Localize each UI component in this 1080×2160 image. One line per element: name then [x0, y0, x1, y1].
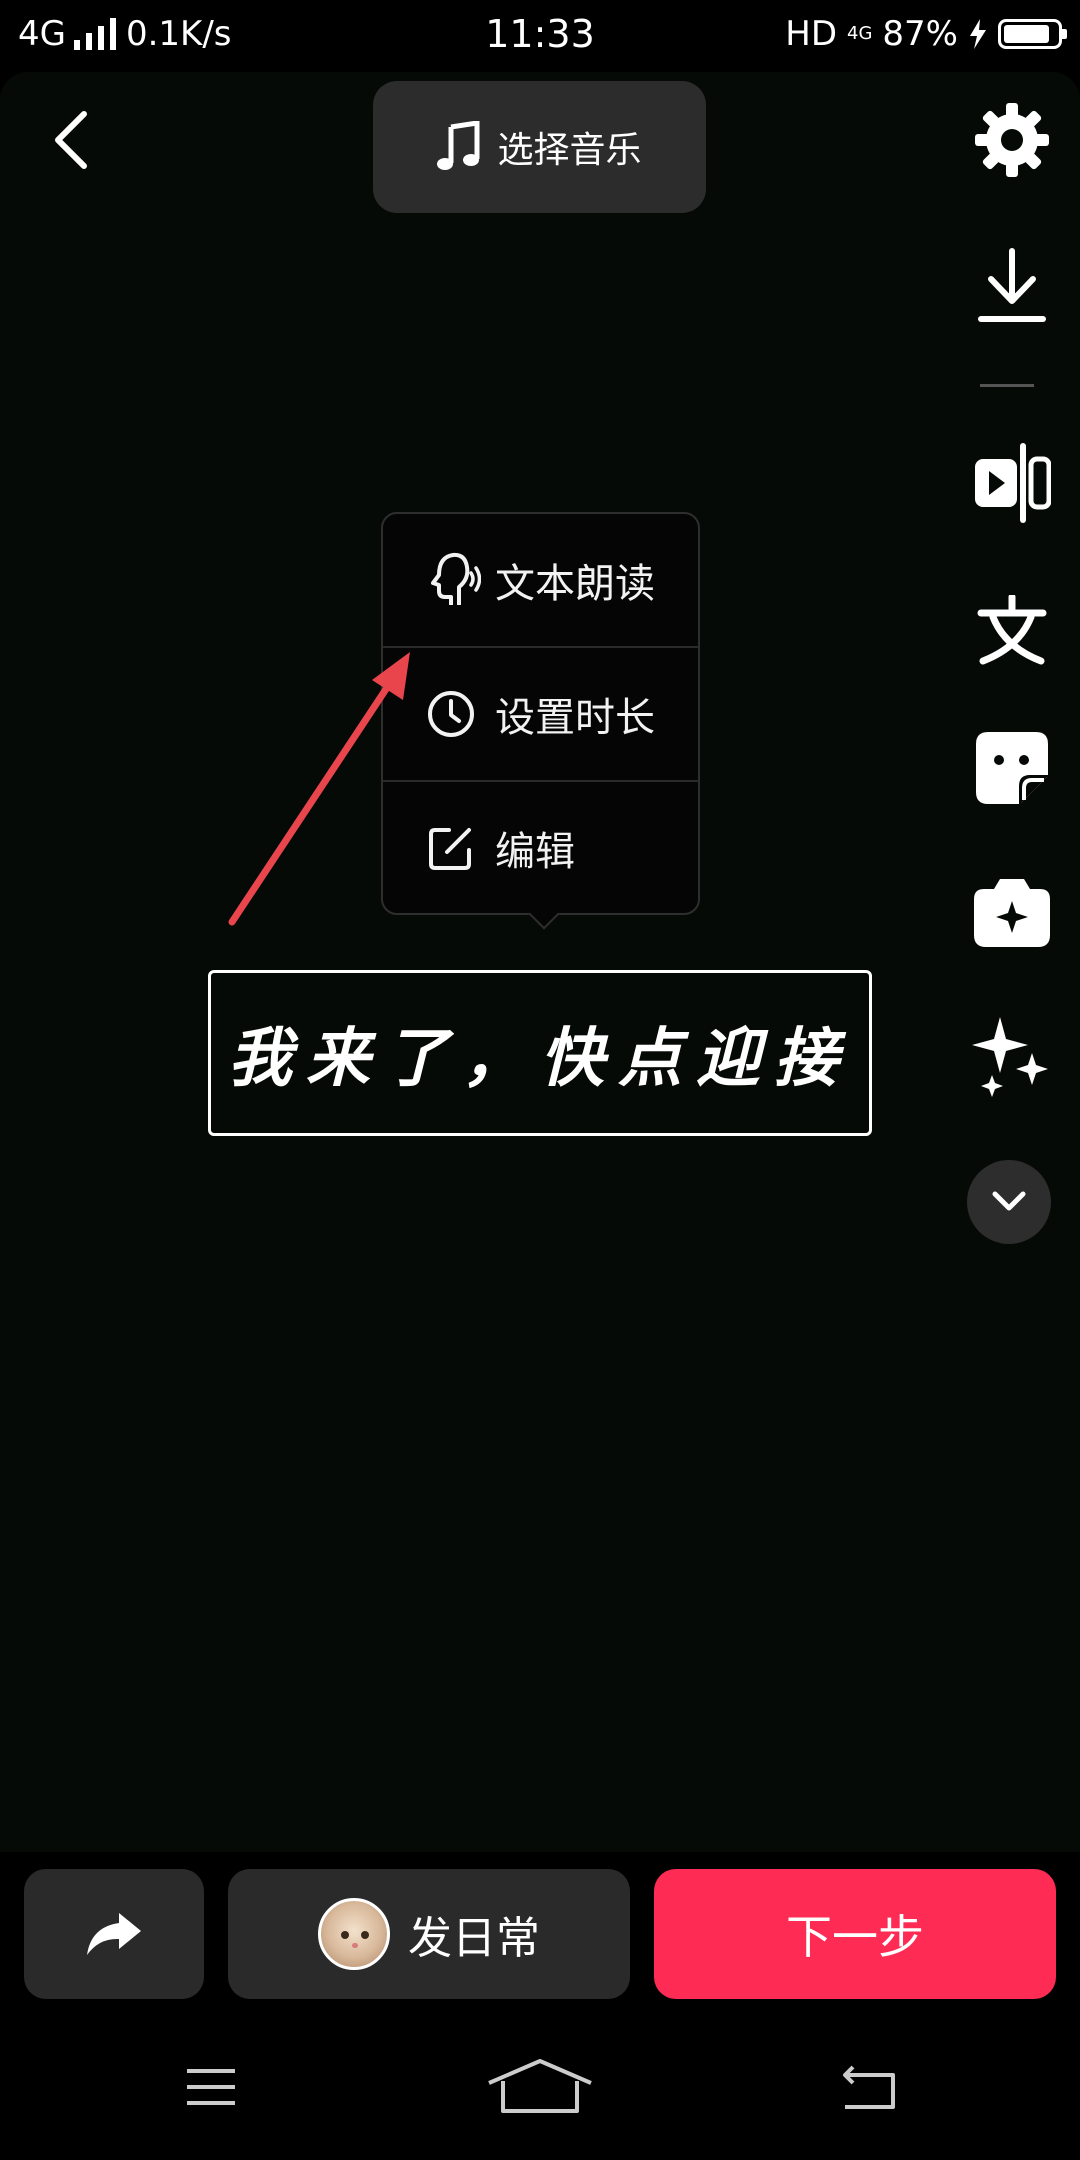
text-icon	[977, 595, 1047, 665]
menu-label-text-to-speech: 文本朗读	[495, 561, 655, 607]
status-bar: 4G 0.1K/s 11:33 HD 4G 87%	[0, 0, 1080, 72]
menu-item-set-duration[interactable]: 设置时长	[383, 648, 698, 780]
nav-home-button[interactable]	[480, 2042, 600, 2132]
effects-icon	[974, 879, 1050, 947]
effects-button[interactable]	[952, 858, 1072, 968]
select-music-button[interactable]: 选择音乐	[373, 81, 706, 213]
download-icon	[978, 248, 1046, 322]
avatar	[318, 1898, 390, 1970]
avatar-eye	[341, 1931, 349, 1939]
system-nav-bar	[0, 2012, 1080, 2160]
nav-back-button[interactable]	[809, 2042, 929, 2132]
chevron-down-icon	[992, 1191, 1026, 1211]
text-sticker[interactable]: 我来了，快点迎接	[208, 970, 872, 1136]
menu-item-edit[interactable]: 编辑	[383, 782, 698, 914]
share-button[interactable]	[24, 1869, 204, 1999]
post-daily-button[interactable]: 发日常	[228, 1869, 630, 1999]
split-clip-button[interactable]	[952, 428, 1072, 538]
sticker-icon	[976, 732, 1048, 804]
avatar-eye	[361, 1931, 369, 1939]
back-button[interactable]	[40, 100, 104, 180]
gear-icon	[975, 103, 1049, 177]
bottom-action-bar: 发日常 下一步	[0, 1852, 1080, 2012]
text-button[interactable]	[952, 575, 1072, 685]
battery-icon	[998, 19, 1067, 49]
next-step-label: 下一步	[786, 1910, 924, 1964]
share-arrow-icon	[87, 1913, 141, 1955]
avatar-nose	[352, 1943, 358, 1948]
net-4g-badge: 4G	[847, 23, 873, 44]
text-sticker-content: 我来了，快点迎接	[228, 1021, 852, 1096]
next-step-button[interactable]: 下一步	[654, 1869, 1056, 1999]
edit-icon	[421, 818, 481, 878]
menu-icon	[187, 2069, 235, 2105]
sparkle-button[interactable]	[952, 1000, 1072, 1110]
battery-fill	[1004, 25, 1049, 43]
menu-item-text-to-speech[interactable]: 文本朗读	[383, 514, 698, 646]
music-note-icon	[437, 121, 480, 170]
sparkle-icon	[972, 1017, 1048, 1097]
text-options-popover: 文本朗读 设置时长 编辑	[381, 512, 700, 915]
download-button[interactable]	[952, 232, 1072, 342]
post-daily-label: 发日常	[408, 1913, 540, 1964]
split-clip-icon	[975, 443, 1051, 523]
menu-label-edit: 编辑	[495, 829, 575, 875]
status-right: HD 4G 87%	[785, 14, 1067, 54]
video-canvas[interactable]	[0, 72, 1080, 1852]
select-music-label: 选择音乐	[497, 130, 642, 171]
hd-badge: HD	[785, 14, 838, 54]
clock-icon	[421, 684, 481, 744]
settings-button[interactable]	[952, 85, 1072, 195]
chevron-left-icon	[55, 111, 87, 169]
nav-menu-button[interactable]	[151, 2042, 271, 2132]
menu-label-set-duration: 设置时长	[495, 695, 655, 741]
screen: 4G 0.1K/s 11:33 HD 4G 87% 选择音乐 文本朗读 设置时长…	[0, 0, 1080, 2160]
sticker-button[interactable]	[952, 713, 1072, 823]
battery-percent: 87%	[882, 14, 958, 54]
speaking-head-icon	[421, 550, 481, 610]
back-icon	[843, 2065, 895, 2109]
more-tools-button[interactable]	[967, 1160, 1051, 1244]
toolbar-divider	[980, 384, 1034, 387]
home-icon	[488, 2059, 592, 2113]
charging-bolt-icon	[970, 19, 986, 49]
